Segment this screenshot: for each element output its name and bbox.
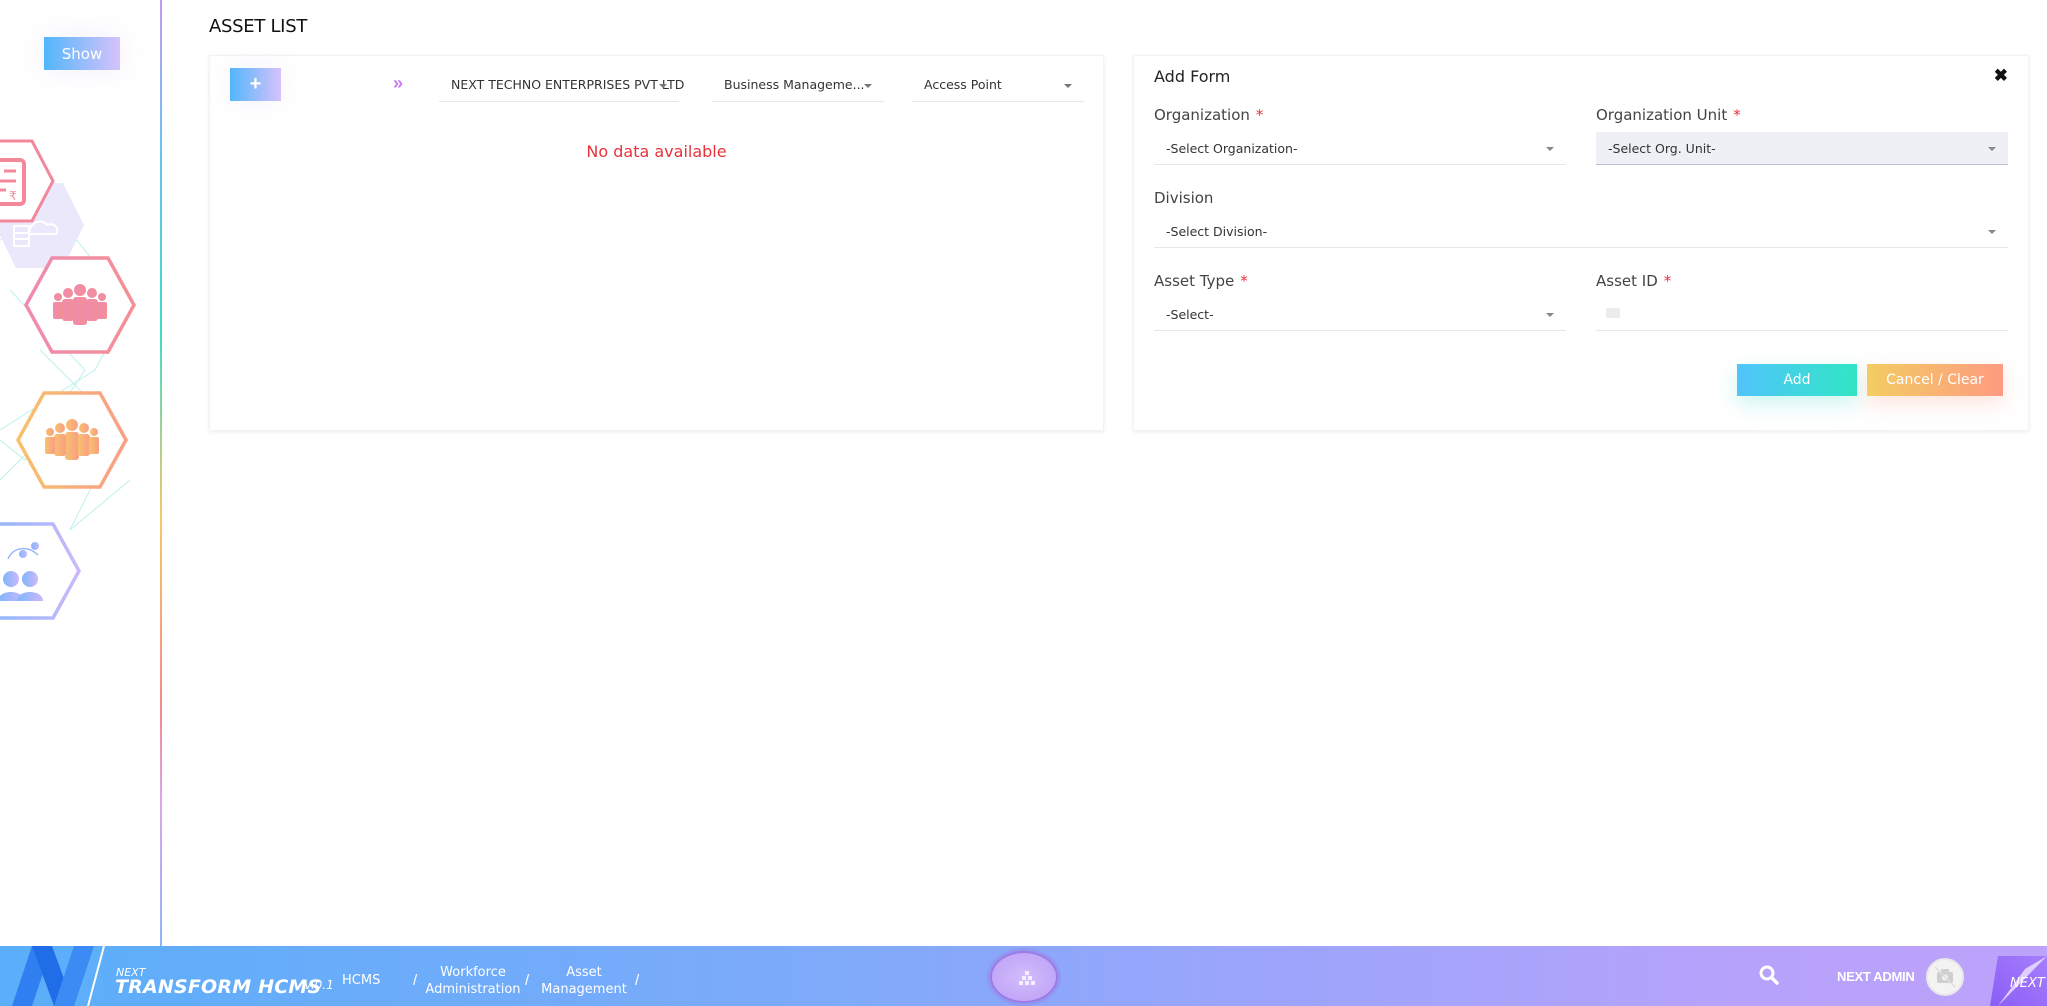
breadcrumb-line: Workforce: [440, 965, 506, 980]
breadcrumb-line: Asset: [566, 965, 602, 980]
team-icon: [16, 391, 128, 489]
chevron-down-icon: [1988, 230, 1996, 234]
org-unit-filter-value: Business Manageme...: [724, 77, 865, 92]
page-title: ASSET LIST: [209, 16, 308, 37]
required-marker: *: [1240, 272, 1248, 290]
chevron-down-icon: [659, 84, 667, 88]
breadcrumb-hcms[interactable]: HCMS: [342, 972, 380, 989]
chevron-down-icon: [1546, 147, 1554, 151]
asset-id-label-text: Asset ID: [1596, 272, 1658, 290]
organization-select[interactable]: -Select Organization-: [1154, 132, 1566, 165]
required-marker: *: [1255, 106, 1264, 124]
search-icon[interactable]: [1758, 964, 1780, 986]
finance-document-icon: ₹: [0, 139, 55, 223]
division-label-text: Division: [1154, 189, 1214, 207]
asset-type-label: Asset Type *: [1154, 272, 1248, 290]
user-name[interactable]: NEXT ADMIN: [1837, 969, 1915, 984]
add-asset-button[interactable]: +: [230, 68, 281, 101]
breadcrumb-separator: /: [635, 972, 640, 989]
division-select[interactable]: -Select Division-: [1154, 215, 2008, 248]
no-photo-camera-icon: [1934, 966, 1956, 988]
required-marker: *: [1663, 272, 1672, 290]
breadcrumb-line: Management: [541, 982, 627, 997]
asset-list-card: + » NEXT TECHNO ENTERPRISES PVT LTD Busi…: [209, 55, 1104, 431]
version-label: V.0.1: [304, 978, 334, 992]
breadcrumb-separator: /: [525, 972, 530, 989]
organization-unit-label-text: Organization Unit: [1596, 106, 1728, 124]
asset-type-label-text: Asset Type: [1154, 272, 1235, 290]
required-marker: *: [1733, 106, 1741, 124]
footer-bar: NEXT TRANSFORM HCMS V.0.1 HCMS / Workfor…: [0, 946, 2047, 1006]
asset-type-filter-value: Access Point: [924, 77, 1002, 92]
division-select-value: -Select Division-: [1166, 224, 1268, 239]
sidebar-module-people[interactable]: [23, 255, 137, 355]
pyramid-blocks-icon: [1019, 971, 1035, 985]
add-button[interactable]: Add: [1737, 364, 1857, 396]
show-button[interactable]: Show: [44, 37, 120, 70]
close-icon[interactable]: ✖: [1994, 66, 2008, 86]
empty-state-message: No data available: [586, 142, 727, 161]
asset-type-select[interactable]: -Select-: [1154, 298, 1566, 331]
sidebar-module-collaboration[interactable]: [0, 521, 82, 621]
sidebar-module-team[interactable]: [15, 390, 129, 490]
expand-chevron-icon[interactable]: »: [393, 73, 403, 94]
asset-id-label: Asset ID *: [1596, 272, 1671, 290]
organization-filter-value: NEXT TECHNO ENTERPRISES PVT LTD: [451, 77, 685, 92]
asset-type-filter-select[interactable]: Access Point: [912, 68, 1084, 102]
avatar[interactable]: [1926, 958, 1964, 996]
organization-unit-label: Organization Unit *: [1596, 106, 1741, 124]
organization-select-value: -Select Organization-: [1166, 141, 1298, 156]
breadcrumb-workforce-administration[interactable]: Workforce Administration: [424, 964, 522, 998]
organization-label-text: Organization: [1154, 106, 1250, 124]
chevron-down-icon: [1988, 147, 1996, 151]
breadcrumb-line: Administration: [425, 982, 521, 997]
breadcrumb-separator: /: [413, 972, 418, 989]
chevron-down-icon: [864, 84, 872, 88]
add-form-card: Add Form ✖ Organization * -Select Organiz…: [1133, 55, 2029, 431]
next-logo-icon[interactable]: [4, 946, 114, 1006]
organization-filter-select[interactable]: NEXT TECHNO ENTERPRISES PVT LTD: [439, 68, 684, 102]
collaboration-icon: [0, 522, 81, 620]
asset-id-input[interactable]: [1596, 298, 2008, 331]
breadcrumb-asset-management[interactable]: Asset Management: [538, 964, 630, 998]
sidebar-divider: [160, 0, 162, 946]
home-menu-button[interactable]: [990, 951, 1058, 1003]
people-group-icon: [24, 256, 136, 354]
form-title: Add Form: [1154, 67, 1231, 86]
brand-name: TRANSFORM HCMS: [115, 976, 322, 998]
organization-unit-select[interactable]: -Select Org. Unit-: [1596, 132, 2008, 165]
org-unit-filter-select[interactable]: Business Manageme...: [712, 68, 884, 102]
sidebar-module-finance[interactable]: ₹: [0, 138, 56, 224]
corner-brand-label: NEXT: [2010, 976, 2045, 991]
svg-text:₹: ₹: [9, 189, 17, 203]
organization-label: Organization *: [1154, 106, 1263, 124]
organization-unit-select-value: -Select Org. Unit-: [1608, 141, 1716, 156]
cancel-clear-button[interactable]: Cancel / Clear: [1867, 364, 2003, 396]
asset-type-select-value: -Select-: [1166, 307, 1214, 322]
chevron-down-icon: [1064, 84, 1072, 88]
sidebar: Show ₹: [0, 0, 161, 946]
division-label: Division: [1154, 189, 1213, 207]
chevron-down-icon: [1546, 313, 1554, 317]
id-card-icon: [1606, 308, 1620, 318]
